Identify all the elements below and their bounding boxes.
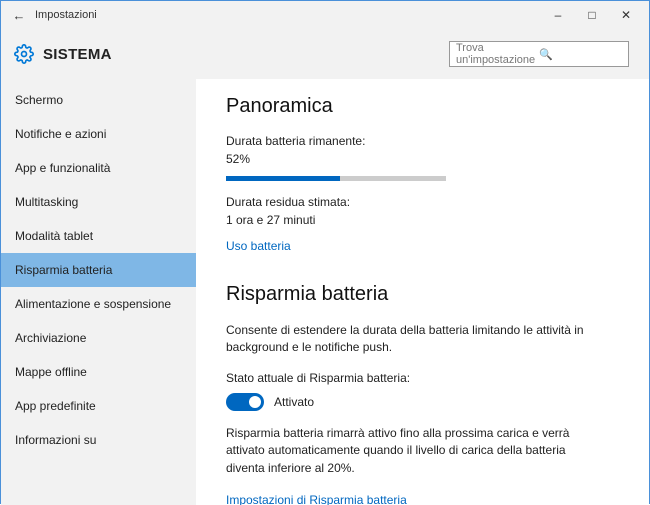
battery-saver-settings-link[interactable]: Impostazioni di Risparmia batteria: [226, 493, 407, 505]
sidebar-item-mappe-offline[interactable]: Mappe offline: [1, 355, 196, 389]
battery-usage-link[interactable]: Uso batteria: [226, 239, 291, 253]
estimated-remaining-label: Durata residua stimata:: [226, 195, 631, 209]
sidebar-item-risparmia-batteria[interactable]: Risparmia batteria: [1, 253, 196, 287]
sidebar-item-modalit-tablet[interactable]: Modalità tablet: [1, 219, 196, 253]
battery-progress-fill: [226, 176, 340, 181]
sidebar-item-schermo[interactable]: Schermo: [1, 83, 196, 117]
toggle-knob: [249, 396, 261, 408]
back-button[interactable]: ←: [7, 8, 31, 23]
search-input[interactable]: Trova un'impostazione 🔍: [449, 41, 629, 67]
search-placeholder: Trova un'impostazione: [456, 42, 539, 66]
sidebar-item-alimentazione-e-sospensione[interactable]: Alimentazione e sospensione: [1, 287, 196, 321]
page-heading: SISTEMA: [43, 46, 112, 63]
battery-saver-desc: Consente di estendere la durata della ba…: [226, 322, 606, 357]
minimize-button[interactable]: –: [541, 1, 575, 29]
battery-saver-note: Risparmia batteria rimarrà attivo fino a…: [226, 425, 606, 477]
battery-remaining-label: Durata batteria rimanente:: [226, 134, 631, 148]
battery-saver-status-label: Stato attuale di Risparmia batteria:: [226, 371, 631, 385]
battery-saver-title: Risparmia batteria: [226, 283, 631, 306]
battery-saver-toggle-label: Attivato: [274, 395, 314, 409]
sidebar: SchermoNotifiche e azioniApp e funzional…: [1, 79, 196, 505]
sidebar-item-app-e-funzionalit-[interactable]: App e funzionalità: [1, 151, 196, 185]
maximize-button[interactable]: □: [575, 1, 609, 29]
sidebar-item-notifiche-e-azioni[interactable]: Notifiche e azioni: [1, 117, 196, 151]
sidebar-item-multitasking[interactable]: Multitasking: [1, 185, 196, 219]
battery-progress: [226, 176, 446, 181]
search-icon: 🔍: [539, 48, 622, 61]
sidebar-item-app-predefinite[interactable]: App predefinite: [1, 389, 196, 423]
content-area: Panoramica Durata batteria rimanente: 52…: [196, 79, 649, 505]
overview-title: Panoramica: [226, 95, 631, 118]
battery-saver-toggle[interactable]: [226, 393, 264, 411]
estimated-remaining-value: 1 ora e 27 minuti: [226, 213, 631, 227]
titlebar: ← Impostazioni – □ ✕: [1, 1, 649, 29]
sidebar-item-archiviazione[interactable]: Archiviazione: [1, 321, 196, 355]
battery-remaining-value: 52%: [226, 152, 631, 166]
close-button[interactable]: ✕: [609, 1, 643, 29]
page-header: SISTEMA Trova un'impostazione 🔍: [1, 29, 649, 79]
gear-icon: [13, 43, 35, 65]
sidebar-item-informazioni-su[interactable]: Informazioni su: [1, 423, 196, 457]
window-title: Impostazioni: [31, 9, 97, 21]
